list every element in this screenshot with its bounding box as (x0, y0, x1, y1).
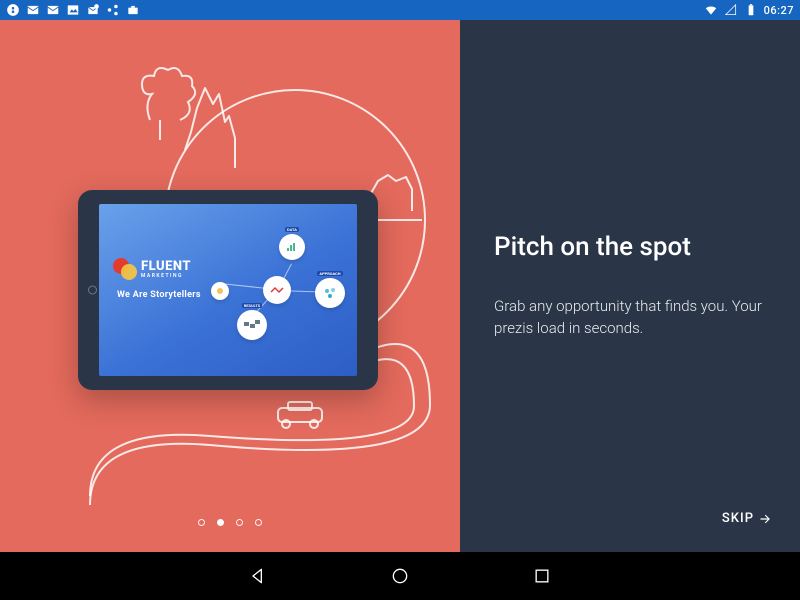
battery-icon (744, 3, 758, 17)
hub-node-data: DATA (279, 234, 305, 260)
onboarding-illustration: FLUENT MARKETING We Are Storytellers (0, 20, 460, 552)
image-icon (66, 3, 80, 17)
notification-icon (6, 3, 20, 17)
hub-label-approach: APPROACH (317, 271, 342, 276)
onboarding-title: Pitch on the spot (494, 232, 766, 262)
home-icon (390, 566, 410, 586)
tablet-screen: FLUENT MARKETING We Are Storytellers (99, 204, 357, 376)
mail-icon (26, 3, 40, 17)
back-icon (248, 566, 268, 586)
hub-label-data: DATA (285, 227, 299, 232)
cell-signal-icon (724, 3, 738, 17)
nav-back-button[interactable] (247, 565, 269, 587)
briefcase-icon (126, 3, 140, 17)
hub-node-small (211, 282, 229, 300)
arrow-right-icon (758, 512, 772, 526)
hub-center-node (263, 276, 291, 304)
page-dot-1[interactable] (198, 519, 205, 526)
hub-node-approach: APPROACH (315, 278, 345, 308)
illustration-layer: FLUENT MARKETING We Are Storytellers (0, 20, 460, 552)
mail-badge-icon (86, 3, 100, 17)
hub-label-results: RESULTS (242, 303, 263, 308)
recents-icon (532, 566, 552, 586)
page-dot-4[interactable] (255, 519, 262, 526)
prezi-hub-diagram: DATA APPROACH RESULTS (99, 204, 357, 376)
onboarding-body: Grab any opportunity that finds you. You… (494, 296, 766, 340)
hub-node-results: RESULTS (237, 310, 267, 340)
onboarding-content: FLUENT MARKETING We Are Storytellers (0, 20, 800, 552)
onboarding-text-pane: Pitch on the spot Grab any opportunity t… (460, 20, 800, 552)
android-nav-bar (0, 552, 800, 600)
android-status-bar: 06:27 (0, 0, 800, 20)
skip-button[interactable]: SKIP (722, 511, 772, 526)
share-icon (106, 3, 120, 17)
skip-label: SKIP (722, 511, 754, 526)
tablet-device-illustration: FLUENT MARKETING We Are Storytellers (78, 190, 378, 390)
page-dot-3[interactable] (236, 519, 243, 526)
status-clock: 06:27 (764, 4, 794, 17)
nav-home-button[interactable] (389, 565, 411, 587)
tablet-home-button (88, 286, 97, 295)
status-system: 06:27 (704, 3, 794, 17)
wifi-icon (704, 3, 718, 17)
nav-recents-button[interactable] (531, 565, 553, 587)
page-indicator (198, 519, 262, 526)
status-notifications (6, 3, 140, 17)
mail-icon (46, 3, 60, 17)
app-root: 06:27 (0, 0, 800, 600)
page-dot-2[interactable] (217, 519, 224, 526)
